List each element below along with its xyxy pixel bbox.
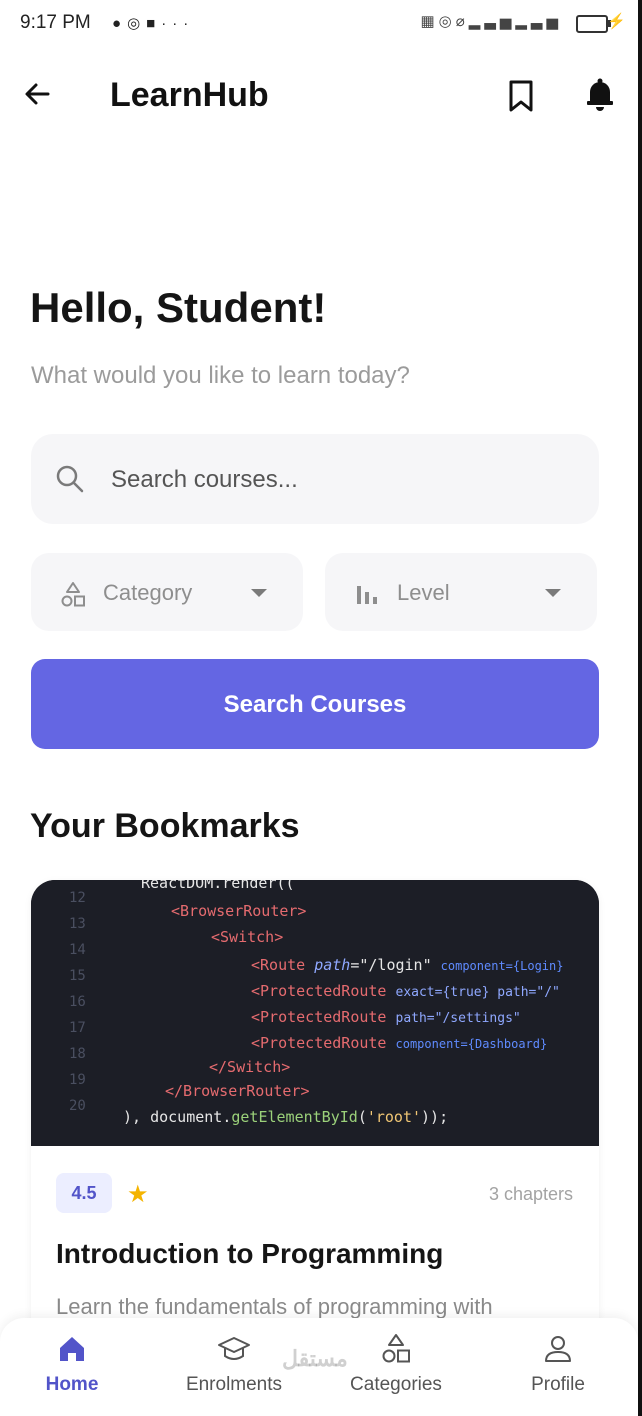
course-card[interactable]: 12 13 14 15 16 17 18 19 20 ReactDOM.render(( <… <box>31 880 599 1350</box>
nav-label-enrolments: Enrolments <box>185 1374 283 1395</box>
data-icon: ▦ <box>420 13 439 30</box>
svg-text:<ProtectedRoute path="/setting: <ProtectedRoute path="/settings" <box>251 1008 521 1026</box>
bell-icon <box>587 78 613 111</box>
signal-icon: ▂▃▅ <box>515 13 562 30</box>
home-icon <box>60 1337 84 1361</box>
nav-label-profile: Profile <box>531 1374 585 1395</box>
svg-text:13: 13 <box>69 916 86 932</box>
watermark-logo: مستقل <box>282 1346 348 1371</box>
message-icon: ● <box>112 15 128 32</box>
course-title: Introduction to Programming <box>56 1238 444 1269</box>
svg-text:</Switch>: </Switch> <box>209 1058 290 1076</box>
status-bar: 9:17 PM ●◎■··· ▦◎⌀▂▃▅▂▃▅ ⚡ <box>0 0 642 50</box>
course-description: Learn the fundamentals of programming wi… <box>56 1294 493 1319</box>
bookmarks-section-title: Your Bookmarks <box>30 807 300 845</box>
svg-text:</BrowserRouter>: </BrowserRouter> <box>165 1082 310 1100</box>
shapes-icon <box>382 1334 410 1363</box>
back-button[interactable] <box>18 74 58 114</box>
search-courses-button[interactable]: Search Courses <box>31 659 599 749</box>
battery-icon <box>576 15 611 33</box>
svg-text:19: 19 <box>69 1072 86 1088</box>
svg-text:18: 18 <box>69 1046 86 1062</box>
nav-label-home: Home <box>45 1374 99 1395</box>
search-icon <box>56 465 84 493</box>
graduation-cap-icon <box>218 1337 250 1360</box>
rating-badge: 4.5 <box>56 1173 112 1213</box>
greeting-title: Hello, Student! <box>30 284 327 331</box>
bookmark-icon <box>509 80 533 112</box>
course-thumbnail: 12 13 14 15 16 17 18 19 20 ReactDOM.render(( <… <box>31 880 599 1146</box>
system-icons: ▦◎⌀▂▃▅▂▃▅ <box>420 12 562 30</box>
app-title: LearnHub <box>110 76 269 114</box>
chevron-down-icon <box>545 589 561 597</box>
svg-text:<Switch>: <Switch> <box>211 928 283 946</box>
bookmarks-button[interactable] <box>503 76 539 116</box>
device-frame-edge <box>638 0 642 1416</box>
mute-icon: ⌀ <box>455 13 469 30</box>
svg-text:17: 17 <box>69 1020 86 1036</box>
svg-text:14: 14 <box>69 942 86 958</box>
back-arrow-icon <box>25 83 50 105</box>
status-time: 9:17 PM <box>20 12 91 33</box>
nav-item-enrolments[interactable]: Enrolments <box>172 1332 296 1412</box>
svg-text:), document.getElementById('ro: ), document.getElementById('root')); <box>123 1108 448 1126</box>
more-icon: ··· <box>161 15 195 32</box>
video-icon: ■ <box>146 15 162 32</box>
svg-text:15: 15 <box>69 968 86 984</box>
svg-text:12: 12 <box>69 890 86 906</box>
app-bar: LearnHub <box>0 62 642 132</box>
svg-text:<ProtectedRoute exact={true} p: <ProtectedRoute exact={true} path="/" <box>251 982 560 1000</box>
shapes-icon <box>61 582 85 607</box>
bar-chart-icon <box>357 586 377 604</box>
chevron-down-icon <box>251 589 267 597</box>
charging-icon: ⚡ <box>607 13 626 30</box>
nav-item-home[interactable]: Home <box>10 1332 134 1412</box>
svg-text:ReactDOM.render((: ReactDOM.render(( <box>141 880 295 892</box>
nav-item-categories[interactable]: Categories <box>334 1332 458 1412</box>
nav-item-profile[interactable]: Profile <box>496 1332 620 1412</box>
search-box[interactable] <box>31 434 599 524</box>
whatsapp-icon: ◎ <box>127 15 147 32</box>
svg-text:<Route path="/login" component: <Route path="/login" component={Login} <box>251 956 563 974</box>
category-dropdown[interactable]: Category <box>31 553 303 631</box>
hotspot-icon: ◎ <box>438 13 456 30</box>
chapter-count: 3 chapters <box>488 1184 573 1204</box>
svg-text:<ProtectedRoute component={Das: <ProtectedRoute component={Dashboard} <box>251 1034 547 1052</box>
person-icon <box>545 1336 571 1362</box>
svg-text:<BrowserRouter>: <BrowserRouter> <box>171 902 306 920</box>
star-icon: ★ <box>127 1181 149 1208</box>
svg-text:20: 20 <box>69 1098 86 1114</box>
level-dropdown[interactable]: Level <box>325 553 597 631</box>
category-label: Category <box>103 580 193 605</box>
signal-icon: ▂▃▅ <box>468 13 516 30</box>
notifications-button[interactable] <box>580 74 620 114</box>
svg-text:16: 16 <box>69 994 86 1010</box>
notification-icons: ●◎■··· <box>112 14 194 32</box>
greeting-subtitle: What would you like to learn today? <box>31 362 410 389</box>
nav-label-categories: Categories <box>350 1374 442 1395</box>
search-input[interactable] <box>109 459 573 501</box>
level-label: Level <box>397 580 450 605</box>
